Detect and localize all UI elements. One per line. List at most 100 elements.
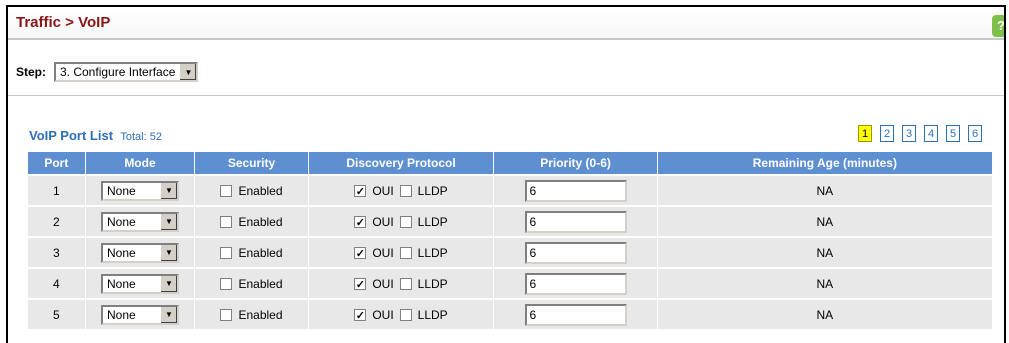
priority-input[interactable]: 6 <box>524 303 627 326</box>
security-cell: Enabled <box>194 205 309 237</box>
page-link-6[interactable]: 6 <box>968 125 982 142</box>
priority-input[interactable]: 6 <box>524 241 627 264</box>
remaining-age-cell: NA <box>657 236 994 268</box>
priority-input[interactable]: 6 <box>524 179 627 202</box>
oui-checkbox[interactable]: ✓ <box>354 184 367 198</box>
lldp-checkbox[interactable] <box>399 277 412 290</box>
oui-label: OUI <box>372 183 394 198</box>
table-body: 1 None ▼ Enabled ✓ OUI LLDP 6 NA 2 None ▼ Enabled ✓ OU… <box>28 174 994 329</box>
security-cell: Enabled <box>194 267 309 299</box>
table-row: 4 None ▼ Enabled ✓ OUI LLDP 6 NA <box>28 267 994 299</box>
page-link-2[interactable]: 2 <box>880 125 894 142</box>
lldp-label: LLDP <box>417 214 448 229</box>
security-enabled-checkbox[interactable] <box>220 246 233 259</box>
priority-input[interactable]: 6 <box>524 272 627 295</box>
list-title: VoIP Port List <box>29 128 114 143</box>
voip-port-table: Port Mode Security Discovery Protocol Priori… <box>28 152 994 329</box>
lldp-checkbox[interactable] <box>399 215 412 228</box>
remaining-age-cell: NA <box>657 174 994 206</box>
step-bar: Step: 3. Configure Interface ▼ <box>16 61 199 83</box>
port-cell: 5 <box>28 298 86 329</box>
discovery-protocol-cell: ✓ OUI LLDP <box>308 236 495 268</box>
chevron-down-icon[interactable]: ▼ <box>159 306 177 323</box>
list-total: Total: 52 <box>120 131 162 143</box>
remaining-age-cell: NA <box>657 267 994 299</box>
mode-select-value: None <box>106 183 136 198</box>
mode-cell: None ▼ <box>85 298 196 329</box>
step-select-value: 3. Configure Interface <box>60 65 176 79</box>
mode-select[interactable]: None ▼ <box>100 211 179 232</box>
column-header: Remaining Age (minutes) <box>657 152 994 175</box>
discovery-protocol-cell: ✓ OUI LLDP <box>308 174 495 206</box>
lldp-label: LLDP <box>417 276 448 291</box>
column-header: Discovery Protocol <box>308 152 495 175</box>
security-enabled-checkbox[interactable] <box>220 184 233 197</box>
chevron-down-icon[interactable]: ▼ <box>159 213 177 230</box>
priority-cell: 6 <box>493 267 658 299</box>
mode-select[interactable]: None ▼ <box>100 304 179 325</box>
mode-cell: None ▼ <box>85 174 196 206</box>
lldp-checkbox[interactable] <box>399 184 412 197</box>
step-select[interactable]: 3. Configure Interface ▼ <box>54 62 199 82</box>
page-link-3[interactable]: 3 <box>902 125 916 142</box>
oui-checkbox[interactable]: ✓ <box>354 215 367 229</box>
oui-checkbox[interactable]: ✓ <box>354 308 367 322</box>
port-cell: 3 <box>28 236 86 268</box>
discovery-protocol-cell: ✓ OUI LLDP <box>308 267 495 299</box>
column-header: Mode <box>85 152 196 175</box>
priority-cell: 6 <box>493 236 658 268</box>
priority-cell: 6 <box>493 205 658 237</box>
security-cell: Enabled <box>194 236 309 268</box>
oui-checkbox[interactable]: ✓ <box>354 246 367 260</box>
security-enabled-checkbox[interactable] <box>220 277 233 290</box>
oui-label: OUI <box>372 245 394 260</box>
security-enabled-checkbox[interactable] <box>220 215 233 228</box>
oui-label: OUI <box>372 214 394 229</box>
page-title: Traffic > VoIP <box>16 14 111 31</box>
discovery-protocol-cell: ✓ OUI LLDP <box>308 205 495 237</box>
main-panel: Traffic > VoIP ? Step: 3. Configure Inte… <box>6 5 1006 343</box>
mode-select[interactable]: None ▼ <box>100 180 179 201</box>
lldp-checkbox[interactable] <box>399 308 412 321</box>
help-icon[interactable]: ? <box>992 15 1004 37</box>
security-enabled-label: Enabled <box>238 276 283 291</box>
security-enabled-checkbox[interactable] <box>220 308 233 321</box>
table-row: 3 None ▼ Enabled ✓ OUI LLDP 6 NA <box>28 236 994 268</box>
page-link-1[interactable]: 1 <box>858 125 872 142</box>
oui-checkbox[interactable]: ✓ <box>354 277 367 291</box>
chevron-down-icon[interactable]: ▼ <box>159 182 177 199</box>
remaining-age-cell: NA <box>657 205 994 237</box>
divider <box>8 95 1004 96</box>
chevron-down-icon[interactable]: ▼ <box>159 275 177 292</box>
lldp-checkbox[interactable] <box>399 246 412 259</box>
page-link-5[interactable]: 5 <box>946 125 960 142</box>
column-header: Priority (0-6) <box>493 152 658 175</box>
mode-cell: None ▼ <box>85 205 196 237</box>
lldp-label: LLDP <box>417 183 448 198</box>
chevron-down-icon[interactable]: ▼ <box>179 64 197 80</box>
list-header: VoIP Port List Total: 52 <box>29 128 162 143</box>
discovery-protocol-cell: ✓ OUI LLDP <box>308 298 495 329</box>
remaining-age-cell: NA <box>657 298 994 329</box>
table-header-row: Port Mode Security Discovery Protocol Priori… <box>28 152 994 175</box>
security-enabled-label: Enabled <box>238 214 283 229</box>
column-header: Security <box>194 152 309 175</box>
pagination: 123456 <box>858 125 982 142</box>
mode-select-value: None <box>106 276 136 291</box>
priority-input[interactable]: 6 <box>524 210 627 233</box>
security-cell: Enabled <box>194 174 309 206</box>
oui-label: OUI <box>372 307 394 322</box>
mode-select[interactable]: None ▼ <box>100 273 179 294</box>
oui-label: OUI <box>372 276 394 291</box>
mode-cell: None ▼ <box>85 267 196 299</box>
page-link-4[interactable]: 4 <box>924 125 938 142</box>
priority-cell: 6 <box>493 298 658 329</box>
chevron-down-icon[interactable]: ▼ <box>159 244 177 261</box>
mode-select[interactable]: None ▼ <box>100 242 179 263</box>
security-enabled-label: Enabled <box>238 245 283 260</box>
mode-select-value: None <box>106 214 136 229</box>
column-header: Port <box>28 152 86 175</box>
port-cell: 1 <box>28 174 86 206</box>
security-enabled-label: Enabled <box>238 307 283 322</box>
lldp-label: LLDP <box>417 245 448 260</box>
